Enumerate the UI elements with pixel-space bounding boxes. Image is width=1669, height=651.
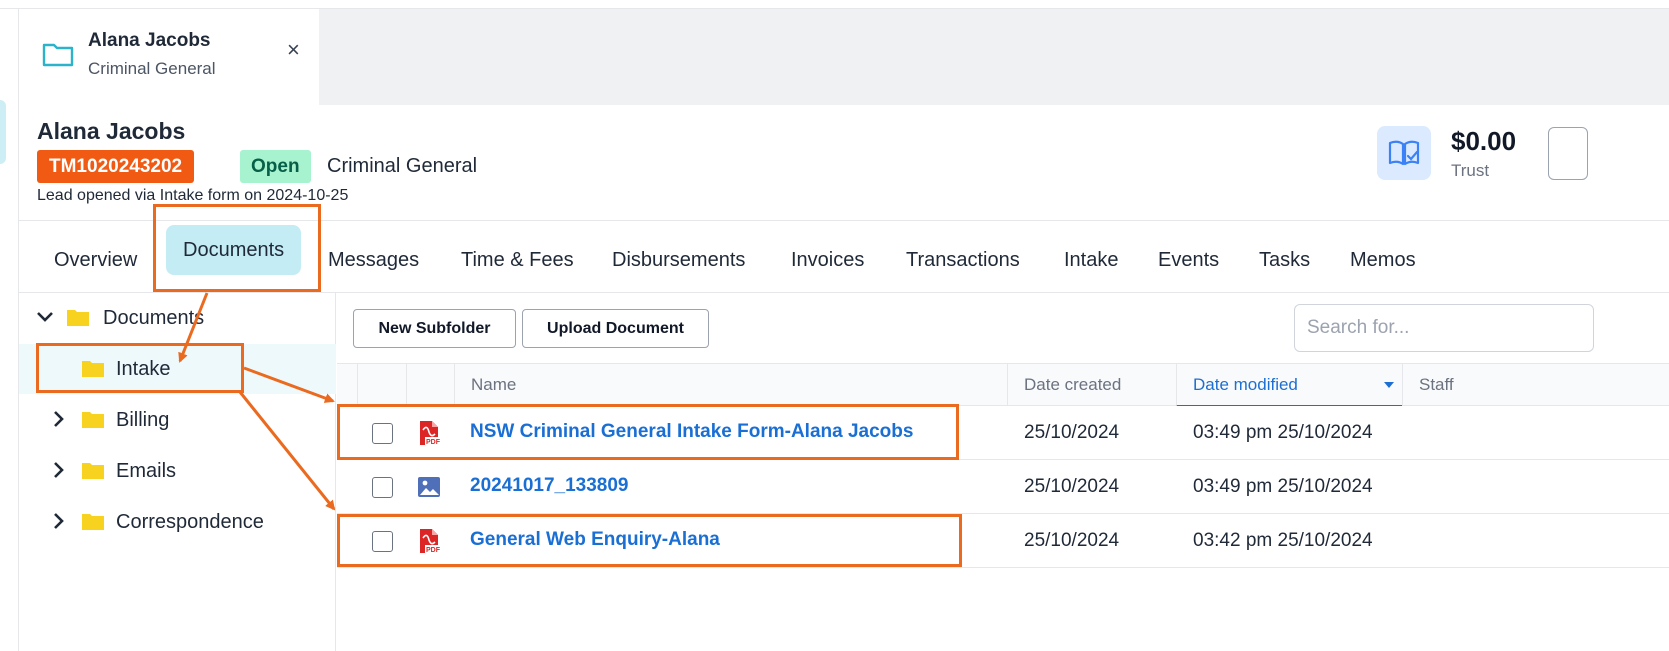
svg-text:PDF: PDF — [426, 439, 441, 446]
image-file-icon — [418, 477, 440, 497]
file-name-link[interactable]: General Web Enquiry-Alana — [470, 529, 720, 551]
matter-nav: Overview Documents Messages Time & Fees … — [19, 221, 1669, 293]
date-modified-cell: 03:49 pm 25/10/2024 — [1193, 476, 1373, 497]
tab-disbursements[interactable]: Disbursements — [612, 249, 745, 272]
date-created-cell: 25/10/2024 — [1024, 422, 1120, 443]
table-row[interactable]: 20241017_133809 25/10/2024 03:49 pm 25/1… — [337, 460, 1669, 514]
lead-note: Lead opened via Intake form on 2024-10-2… — [37, 187, 349, 204]
file-tab[interactable]: Alana Jacobs Criminal General × — [19, 9, 319, 105]
tab-memos[interactable]: Memos — [1350, 249, 1416, 272]
rail-active-indicator[interactable] — [0, 100, 6, 164]
tree-item-documents[interactable]: Documents — [19, 293, 336, 343]
table-header: Name Date created Date modified Staff — [337, 363, 1669, 407]
tree-item-emails[interactable]: Emails — [19, 446, 336, 496]
trust-amount: $0.00 — [1451, 126, 1517, 156]
tab-transactions[interactable]: Transactions — [906, 249, 1020, 272]
header-date-modified[interactable]: Date modified — [1176, 364, 1402, 407]
svg-text:PDF: PDF — [426, 547, 441, 554]
tab-intake[interactable]: Intake — [1064, 249, 1118, 272]
file-tab-name: Alana Jacobs — [88, 30, 211, 51]
chevron-right-icon[interactable] — [49, 511, 69, 531]
row-checkbox[interactable] — [372, 423, 393, 444]
header-action-button[interactable] — [1548, 127, 1588, 180]
pdf-file-icon: PDF — [420, 529, 441, 554]
tab-events[interactable]: Events — [1158, 249, 1219, 272]
tab-messages[interactable]: Messages — [328, 249, 419, 272]
chevron-right-icon[interactable] — [49, 460, 69, 480]
top-border — [0, 0, 1669, 9]
book-check-icon[interactable] — [1377, 126, 1431, 180]
matter-type: Criminal General — [327, 155, 478, 177]
chevron-down-icon[interactable] — [35, 307, 55, 327]
upload-document-button[interactable]: Upload Document — [522, 309, 709, 348]
header-date-created[interactable]: Date created — [1007, 364, 1176, 407]
date-created-cell: 25/10/2024 — [1024, 530, 1120, 551]
header-name[interactable]: Name — [454, 364, 1007, 407]
tree-label: Billing — [116, 409, 170, 431]
new-subfolder-button[interactable]: New Subfolder — [353, 309, 516, 348]
tab-tasks[interactable]: Tasks — [1259, 249, 1310, 272]
matter-name: Alana Jacobs — [37, 118, 186, 144]
folder-icon — [82, 412, 104, 428]
trust-label: Trust — [1451, 161, 1490, 180]
tab-overview[interactable]: Overview — [54, 249, 137, 272]
header-date-modified-label: Date modified — [1193, 375, 1298, 394]
tree-label: Intake — [116, 358, 171, 380]
pdf-file-icon: PDF — [420, 421, 441, 446]
tree-item-intake[interactable]: Intake — [19, 344, 336, 394]
tree-label: Correspondence — [116, 511, 264, 533]
date-modified-cell: 03:49 pm 25/10/2024 — [1193, 422, 1373, 443]
search-input[interactable] — [1294, 304, 1594, 352]
folder-icon — [67, 310, 89, 326]
file-name-link[interactable]: 20241017_133809 — [470, 475, 629, 497]
tab-documents[interactable]: Documents — [166, 225, 302, 275]
folder-icon — [82, 361, 104, 377]
row-checkbox[interactable] — [372, 477, 393, 498]
header-type-col — [406, 364, 454, 407]
table-row[interactable]: PDF NSW Criminal General Intake Form-Ala… — [337, 406, 1669, 460]
close-icon[interactable]: × — [287, 39, 300, 61]
sort-desc-icon — [1384, 382, 1394, 388]
matter-id-badge: TM1020243202 — [37, 150, 195, 183]
app-window: Alana Jacobs Criminal General × Alana Ja… — [0, 0, 1669, 651]
documents-panel: New Subfolder Upload Document Name Date … — [337, 293, 1669, 651]
tree-label: Documents — [103, 307, 205, 329]
tree-label: Emails — [116, 460, 177, 482]
folder-tree: Documents Intake Billing Emails Correspo… — [19, 293, 336, 651]
tree-item-correspondence[interactable]: Correspondence — [19, 497, 336, 547]
tab-time-fees[interactable]: Time & Fees — [461, 249, 574, 272]
file-tab-subtitle: Criminal General — [88, 59, 216, 78]
header-checkbox-col — [357, 364, 406, 407]
chevron-right-icon[interactable] — [49, 409, 69, 429]
date-created-cell: 25/10/2024 — [1024, 476, 1120, 497]
folder-icon — [82, 514, 104, 530]
status-badge: Open — [240, 150, 311, 183]
folder-outline-icon — [42, 43, 74, 67]
book-check-icon-svg — [1388, 140, 1420, 166]
table-row[interactable]: PDF General Web Enquiry-Alana 25/10/2024… — [337, 514, 1669, 568]
date-modified-cell: 03:42 pm 25/10/2024 — [1193, 530, 1373, 551]
header-staff[interactable]: Staff — [1402, 364, 1669, 407]
file-name-link[interactable]: NSW Criminal General Intake Form-Alana J… — [470, 421, 913, 443]
tab-invoices[interactable]: Invoices — [791, 249, 864, 272]
row-checkbox[interactable] — [372, 531, 393, 552]
tree-item-billing[interactable]: Billing — [19, 395, 336, 445]
folder-icon — [82, 463, 104, 479]
